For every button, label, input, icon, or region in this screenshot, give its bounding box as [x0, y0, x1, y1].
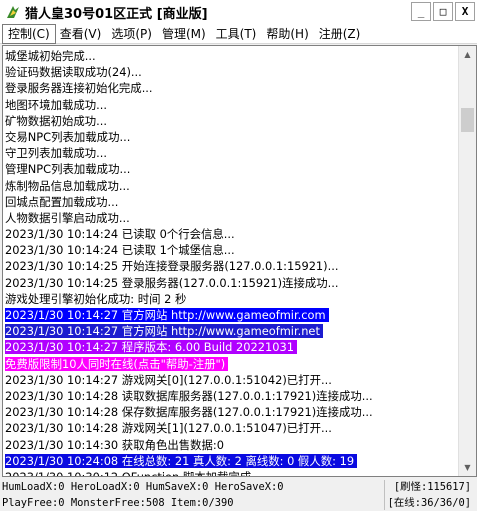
close-button[interactable]: X	[455, 2, 475, 21]
log-line: 2023/1/30 10:14:27 官方网站 http://www.gameo…	[5, 323, 458, 339]
log-line: 地图环境加载成功...	[5, 97, 458, 113]
log-line-text: 城堡城初始完成...	[5, 49, 96, 63]
menu-manage[interactable]: 管理(M)	[157, 25, 211, 43]
log-line: 守卫列表加载成功...	[5, 145, 458, 161]
log-line-text: 守卫列表加载成功...	[5, 146, 107, 161]
log-line-text: 交易NPC列表加载成功...	[5, 129, 131, 144]
log-line: 游戏处理引擎初始化成功: 时间 2 秒	[5, 291, 458, 307]
menu-tools[interactable]: 工具(T)	[211, 25, 262, 43]
log-line-text: 2023/1/30 10:14:24 已读取 0个行会信息...	[5, 227, 235, 242]
menu-view[interactable]: 查看(V)	[55, 25, 107, 43]
log-line-text: 2023/1/30 10:14:24 已读取 1个城堡信息...	[5, 243, 235, 258]
log-line: 免费版限制10人同时在线(点击"帮助-注册")	[5, 356, 458, 372]
log-line: 回城点配置加载成功...	[5, 194, 458, 210]
log-line-text: 登录服务器连接初始化完成...	[5, 81, 153, 96]
log-line-text: 免费版限制10人同时在线(点击"帮助-注册")	[5, 356, 229, 371]
log-line-text: 2023/1/30 10:14:25 登录服务器(127.0.0.1:15921…	[5, 275, 339, 290]
log-line: 炼制物品信息加载成功...	[5, 178, 458, 194]
scroll-thumb[interactable]	[461, 108, 474, 132]
log-line-text: 验证码数据读取成功(24)...	[5, 65, 142, 80]
log-line-text: 2023/1/30 10:14:25 开始连接登录服务器(127.0.0.1:1…	[5, 259, 339, 274]
log-line-text: 人物数据引擎启动成功...	[5, 210, 130, 225]
log-line: 矿物数据初始成功...	[5, 113, 458, 129]
menu-options[interactable]: 选项(P)	[106, 25, 157, 43]
log-line-text: 回城点配置加载成功...	[5, 194, 119, 209]
log-line-text: 2023/1/30 10:14:30 获取角色出售数据:0	[5, 437, 225, 452]
log-line: 2023/1/30 10:14:27 程序版本: 6.00 Build 2022…	[5, 339, 458, 355]
window-title: 猎人皇30号01区正式 [商业版]	[25, 6, 208, 22]
log-line: 2023/1/30 10:14:28 保存数据库服务器(127.0.0.1:17…	[5, 404, 458, 420]
log-line: 验证码数据读取成功(24)...	[5, 64, 458, 80]
scroll-down-icon[interactable]: ▼	[459, 459, 476, 476]
log-line: 人物数据引擎启动成功...	[5, 210, 458, 226]
log-line-text: 2023/1/30 10:14:28 游戏网关[1](127.0.0.1:510…	[5, 421, 332, 436]
log-line-text: 2023/1/30 10:14:27 官方网站 http://www.gameo…	[5, 308, 329, 322]
scroll-up-icon[interactable]: ▲	[459, 46, 476, 63]
log-line-text: 2023/1/30 10:30:12 QFunction 脚本加载完成	[5, 469, 252, 477]
log-line: 管理NPC列表加载成功...	[5, 161, 458, 177]
app-icon	[7, 6, 19, 18]
status-load-save: HumLoadX:0 HeroLoadX:0 HumSaveX:0 HeroSa…	[2, 481, 284, 493]
maximize-button[interactable]: □	[433, 2, 453, 21]
log-line-text: 2023/1/30 10:14:27 游戏网关[0](127.0.0.1:510…	[5, 372, 332, 387]
log-line: 2023/1/30 10:24:08 在线总数: 21 真人数: 2 离线数: …	[5, 453, 458, 469]
window-controls: _ □ X	[411, 2, 475, 21]
log-panel[interactable]: 城堡城初始完成... 验证码数据读取成功(24)... 登录服务器连接初始化完成..…	[2, 45, 477, 477]
log-line-text: 地图环境加载成功...	[5, 97, 107, 112]
log-line: 登录服务器连接初始化完成...	[5, 80, 458, 96]
log-line: 2023/1/30 10:14:25 开始连接登录服务器(127.0.0.1:1…	[5, 258, 458, 274]
log-line-text: 2023/1/30 10:14:27 官方网站 http://www.gameo…	[5, 324, 323, 339]
log-line-text: 管理NPC列表加载成功...	[5, 162, 131, 177]
log-line-text: 2023/1/30 10:14:27 程序版本: 6.00 Build 2022…	[5, 340, 297, 355]
log-line-text: 炼制物品信息加载成功...	[5, 178, 130, 193]
log-lines: 城堡城初始完成... 验证码数据读取成功(24)... 登录服务器连接初始化完成..…	[5, 48, 458, 477]
log-line: 2023/1/30 10:14:24 已读取 0个行会信息...	[5, 226, 458, 242]
log-line: 2023/1/30 10:30:12 QFunction 脚本加载完成	[5, 469, 458, 477]
vertical-scrollbar[interactable]: ▲ ▼	[458, 46, 476, 476]
menu-bar: 控制(C) 查看(V) 选项(P) 管理(M) 工具(T) 帮助(H) 注册(Z…	[0, 23, 477, 44]
log-line-text: 2023/1/30 10:24:08 在线总数: 21 真人数: 2 离线数: …	[5, 453, 358, 468]
log-line: 交易NPC列表加载成功...	[5, 129, 458, 145]
status-monster-refresh: [刷怪:115617]	[393, 481, 471, 493]
log-line: 2023/1/30 10:14:28 读取数据库服务器(127.0.0.1:17…	[5, 388, 458, 404]
menu-register[interactable]: 注册(Z)	[314, 25, 366, 43]
log-line: 2023/1/30 10:14:27 游戏网关[0](127.0.0.1:510…	[5, 372, 458, 388]
minimize-button[interactable]: _	[411, 2, 431, 21]
title-bar[interactable]: 猎人皇30号01区正式 [商业版] _ □ X	[0, 0, 477, 24]
log-line: 2023/1/30 10:14:30 获取角色出售数据:0	[5, 437, 458, 453]
status-free-items: PlayFree:0 MonsterFree:508 Item:0/390	[2, 497, 234, 509]
log-line-text: 游戏处理引擎初始化成功: 时间 2 秒	[5, 291, 187, 306]
log-line: 2023/1/30 10:14:28 游戏网关[1](127.0.0.1:510…	[5, 420, 458, 436]
status-divider	[384, 480, 385, 510]
log-line: 2023/1/30 10:14:25 登录服务器(127.0.0.1:15921…	[5, 275, 458, 291]
log-line: 2023/1/30 10:14:27 官方网站 http://www.gameo…	[5, 307, 458, 323]
log-line-text: 2023/1/30 10:14:28 读取数据库服务器(127.0.0.1:17…	[5, 388, 373, 403]
log-line-text: 矿物数据初始成功...	[5, 113, 107, 128]
status-online: [在线:36/36/0]	[387, 497, 471, 509]
log-line-text: 2023/1/30 10:14:28 保存数据库服务器(127.0.0.1:17…	[5, 405, 373, 420]
menu-help[interactable]: 帮助(H)	[261, 25, 313, 43]
log-line: 2023/1/30 10:14:24 已读取 1个城堡信息...	[5, 242, 458, 258]
menu-control[interactable]: 控制(C)	[2, 23, 56, 44]
status-bar: HumLoadX:0 HeroLoadX:0 HumSaveX:0 HeroSa…	[0, 478, 477, 511]
log-line: 城堡城初始完成...	[5, 48, 458, 64]
